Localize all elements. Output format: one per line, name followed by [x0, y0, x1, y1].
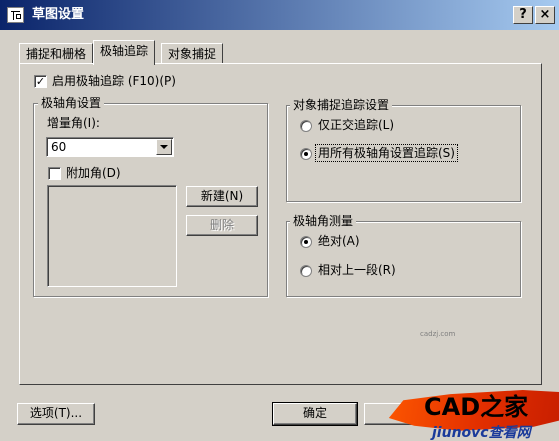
polar-measurement-title: 极轴角测量 [290, 214, 357, 228]
relative-last-segment-radio[interactable] [300, 265, 312, 277]
title-bar: 草图设置 ? × [0, 0, 559, 30]
tab-polar-tracking[interactable]: 极轴追踪 [93, 40, 156, 65]
orthogonal-only-radio[interactable] [300, 120, 312, 132]
additional-angles-list[interactable] [47, 185, 177, 287]
absolute-label[interactable]: 绝对(A) [318, 233, 360, 249]
new-angle-button[interactable]: 新建(N) [186, 186, 258, 207]
drafting-settings-app-icon [7, 7, 24, 23]
check-mark-icon: ✓ [35, 75, 46, 88]
help-button[interactable]: ? [513, 6, 533, 24]
polar-angle-settings-title: 极轴角设置 [38, 96, 105, 110]
watermark-brand: CAD之家 [424, 393, 529, 421]
absolute-radio[interactable] [300, 236, 312, 248]
watermark-subtext: jiunovc查看网 [432, 425, 531, 441]
additional-angles-checkbox[interactable] [48, 167, 61, 180]
all-polar-angles-radio[interactable] [300, 148, 312, 160]
all-polar-angles-label[interactable]: 用所有极轴角设置追踪(S) [315, 144, 458, 162]
close-button[interactable]: × [535, 6, 555, 24]
watermark-url: cadzj.com [420, 330, 456, 338]
tab-polar-tracking-label: 极轴追踪 [100, 44, 149, 58]
dropdown-button[interactable] [156, 139, 172, 155]
radio-dot-icon [304, 152, 308, 156]
tab-object-snap[interactable]: 对象捕捉 [161, 43, 224, 63]
increment-angle-select[interactable]: 60 [46, 137, 174, 157]
increment-angle-value: 60 [51, 140, 67, 154]
increment-angle-label: 增量角(I): [47, 116, 100, 130]
tab-snap-and-grid[interactable]: 捕捉和栅格 [19, 43, 94, 63]
object-snap-tracking-title: 对象捕捉追踪设置 [290, 98, 393, 112]
ok-button[interactable]: 确定 [272, 402, 358, 426]
orthogonal-only-label[interactable]: 仅正交追踪(L) [318, 117, 394, 133]
additional-angles-label[interactable]: 附加角(D) [66, 165, 121, 181]
relative-last-segment-label[interactable]: 相对上一段(R) [318, 262, 396, 278]
options-button[interactable]: 选项(T)... [17, 403, 95, 425]
enable-polar-checkbox[interactable]: ✓ [34, 75, 47, 88]
delete-angle-button[interactable]: 删除 [186, 215, 258, 236]
enable-polar-label[interactable]: 启用极轴追踪 (F10)(P) [52, 73, 176, 89]
chevron-down-icon [160, 145, 168, 149]
radio-dot-icon [304, 240, 308, 244]
window-title: 草图设置 [32, 7, 85, 22]
